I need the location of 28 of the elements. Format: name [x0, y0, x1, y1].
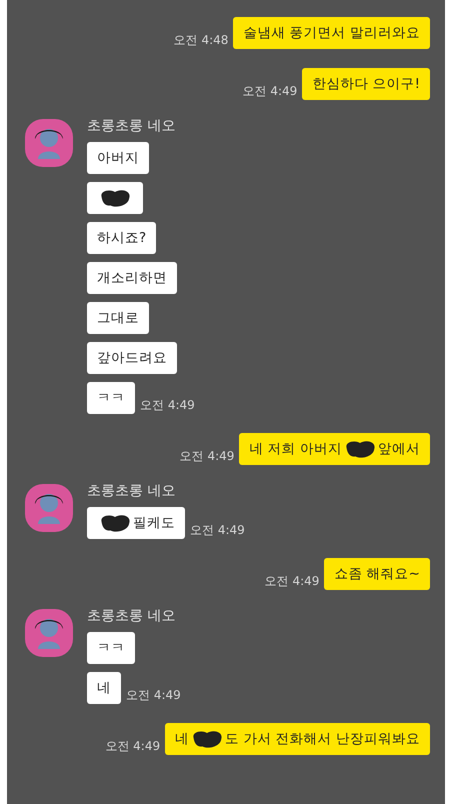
sent-message: 한심하다 으이구!	[302, 68, 430, 100]
received-message: 필케도	[87, 507, 185, 539]
received-message: 그대로	[87, 302, 149, 334]
message-time: 오전 4:49	[140, 397, 195, 414]
sent-message: 네 도 가서 전화해서 난장피워봐요	[165, 723, 430, 755]
message-time: 오전 4:49	[242, 83, 298, 100]
message-time: 오전 4:48	[174, 32, 228, 49]
avatar-icon	[25, 119, 73, 167]
message-time: 오전 4:49	[126, 687, 181, 704]
received-message: 하시죠?	[87, 222, 156, 254]
sent-message: 술냄새 풍기면서 말리러와요	[233, 17, 430, 49]
received-message: ㅋㅋ	[87, 382, 135, 414]
sender-name: 초롱초롱 네오	[87, 607, 176, 625]
received-message: ㅋㅋ	[87, 632, 135, 664]
received-message: 아버지	[87, 142, 149, 174]
avatar-icon	[25, 484, 73, 532]
avatar-icon	[25, 609, 73, 657]
message-time: 오전 4:49	[105, 738, 160, 755]
sender-name: 초롱초롱 네오	[87, 117, 176, 135]
sent-message: 쇼좀 해줘요~	[324, 558, 430, 590]
message-time: 오전 4:49	[264, 573, 320, 590]
received-message: 갚아드려요	[87, 342, 177, 374]
message-time: 오전 4:49	[190, 522, 245, 539]
message-time: 오전 4:49	[180, 448, 234, 465]
received-message: 개소리하면	[87, 262, 177, 294]
received-message: 네	[87, 672, 121, 704]
sender-name: 초롱초롱 네오	[87, 482, 176, 500]
sent-message: 네 저희 아버지 앞에서	[239, 433, 430, 465]
